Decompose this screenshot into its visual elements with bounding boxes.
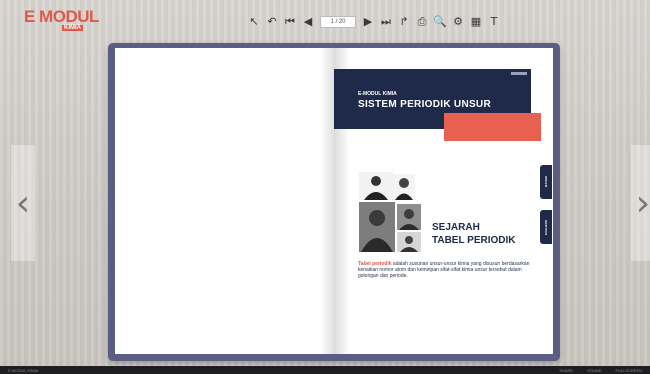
zoom-icon[interactable]: 🔍 xyxy=(433,16,447,28)
side-tab-materi[interactable]: MATERI xyxy=(540,165,552,199)
page-left[interactable] xyxy=(115,48,334,354)
logo-main: E MODUL xyxy=(24,7,99,26)
undo-icon[interactable]: ↶ xyxy=(266,16,278,28)
share-icon[interactable]: ↱ xyxy=(398,16,410,28)
historical-photo xyxy=(393,174,415,200)
last-page-icon[interactable]: ⏭ xyxy=(380,16,392,28)
accent-bar xyxy=(444,113,541,141)
page-number-input[interactable] xyxy=(320,16,356,28)
bottom-share-button[interactable]: SHARE xyxy=(559,368,573,373)
settings-icon[interactable]: ⚙ xyxy=(452,16,464,28)
historical-photo xyxy=(397,232,421,252)
text-icon[interactable]: T xyxy=(488,16,500,28)
title-tag xyxy=(511,72,527,75)
next-page-arrow[interactable]: › xyxy=(631,145,650,261)
next-page-icon[interactable]: ▶ xyxy=(362,16,374,28)
bottom-bar: E-MODUL KIMIA SHARE SOUND FULLSCREEN xyxy=(0,366,650,374)
body-paragraph: Tabel periodik adalah susunan unsur-unsu… xyxy=(358,261,532,279)
prev-page-icon[interactable]: ◀ xyxy=(302,16,314,28)
heading-line-1: SEJARAH xyxy=(432,222,480,233)
bottom-sound-button[interactable]: SOUND xyxy=(587,368,601,373)
historical-photo xyxy=(397,204,421,230)
historical-photo xyxy=(359,202,395,252)
first-page-icon[interactable]: ⏮ xyxy=(284,16,296,28)
select-tool-icon[interactable]: ↖ xyxy=(248,16,260,28)
thumbnails-icon[interactable]: ▦ xyxy=(470,16,482,28)
heading-line-2: TABEL PERIODIK xyxy=(432,235,516,246)
cover-title: SISTEM PERIODIK UNSUR xyxy=(358,99,491,110)
bottom-fullscreen-button[interactable]: FULLSCREEN xyxy=(616,368,642,373)
section-heading: SEJARAH TABEL PERIODIK xyxy=(432,221,516,247)
logo-sub: KIMIA xyxy=(62,25,83,31)
toolbar: ↖ ↶ ⏮ ◀ ▶ ⏭ ↱ ⎙ 🔍 ⚙ ▦ T xyxy=(248,13,500,31)
side-tab-label: EVALUASI xyxy=(544,219,548,235)
cover-kicker: E-MODUL KIMIA xyxy=(358,91,397,97)
logo: E MODUL KIMIA xyxy=(24,8,134,34)
historical-photo xyxy=(359,172,393,200)
prev-page-arrow[interactable]: ‹ xyxy=(11,145,35,261)
bottom-actions: SHARE SOUND FULLSCREEN xyxy=(559,368,642,373)
side-tab-label: MATERI xyxy=(544,176,548,188)
side-tab-evaluasi[interactable]: EVALUASI xyxy=(540,210,552,244)
bottom-title: E-MODUL KIMIA xyxy=(8,367,39,373)
print-icon[interactable]: ⎙ xyxy=(416,16,428,28)
